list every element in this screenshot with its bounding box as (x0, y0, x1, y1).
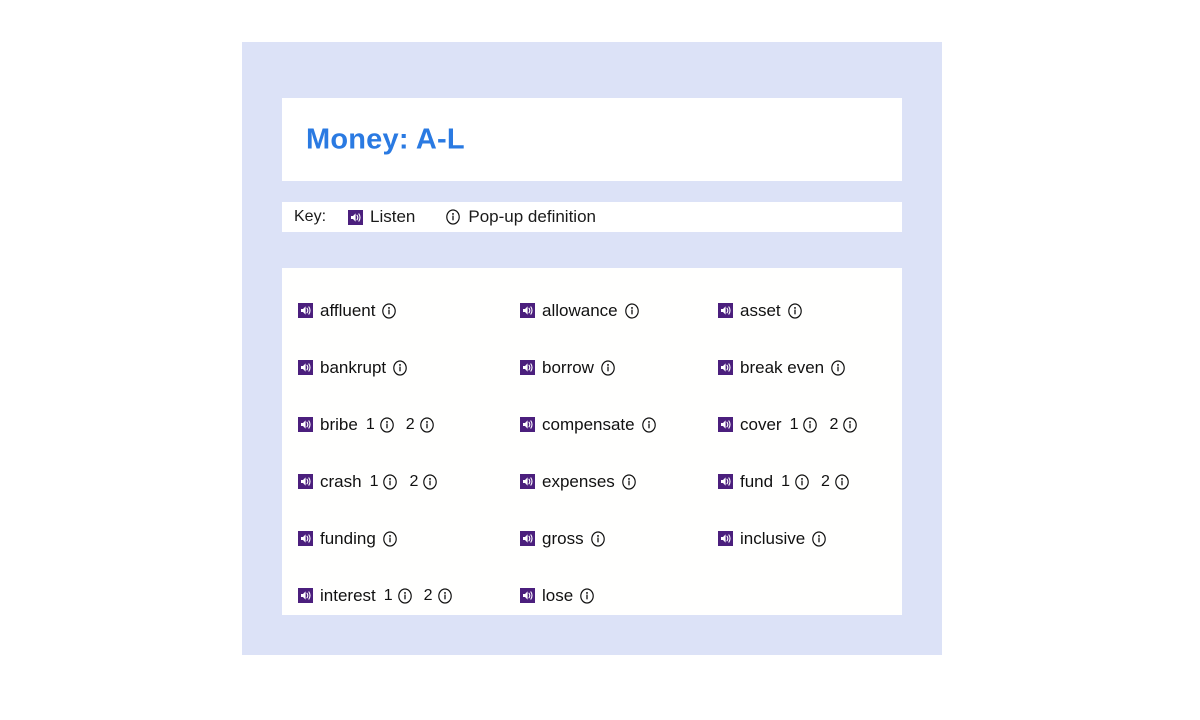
speaker-icon[interactable] (520, 303, 535, 318)
word-label: affluent (320, 301, 376, 320)
info-icon[interactable] (381, 302, 397, 319)
sense-number: 1 (383, 586, 393, 604)
word-entry: interest 1 2 (298, 587, 520, 604)
info-icon[interactable] (787, 302, 803, 319)
word-entry: break even (718, 359, 898, 376)
info-icon[interactable] (382, 530, 398, 547)
sense-number: 1 (365, 415, 375, 433)
speaker-icon[interactable] (298, 417, 313, 432)
page-root: Money: A-L Key: Listen Pop-up definition… (0, 0, 1200, 720)
info-icon[interactable] (590, 530, 606, 547)
word-entry: affluent (298, 302, 520, 319)
word-entry: gross (520, 530, 718, 547)
speaker-icon[interactable] (520, 588, 535, 603)
word-entry: compensate (520, 416, 718, 433)
speaker-icon[interactable] (520, 417, 535, 432)
word-label: compensate (542, 415, 635, 434)
word-entry: fund 1 2 (718, 473, 898, 490)
info-icon[interactable] (437, 587, 453, 604)
sense-number: 2 (423, 586, 433, 604)
word-label: asset (740, 301, 781, 320)
lavender-panel: Money: A-L Key: Listen Pop-up definition… (242, 42, 942, 655)
info-icon[interactable] (392, 359, 408, 376)
word-label: interest (320, 586, 376, 605)
sense-number: 1 (789, 415, 799, 433)
page-title: Money: A-L (306, 123, 465, 155)
info-icon[interactable] (382, 473, 398, 490)
word-list-card: affluent allowance asset bankrupt borrow brea… (282, 268, 902, 615)
sense-number: 2 (829, 415, 839, 433)
speaker-icon[interactable] (298, 474, 313, 489)
info-icon[interactable] (842, 416, 858, 433)
word-label: borrow (542, 358, 594, 377)
info-icon (445, 209, 461, 225)
speaker-icon[interactable] (718, 531, 733, 546)
speaker-icon[interactable] (718, 474, 733, 489)
word-label: bankrupt (320, 358, 387, 377)
info-icon[interactable] (600, 359, 616, 376)
info-icon[interactable] (397, 587, 413, 604)
speaker-icon[interactable] (298, 588, 313, 603)
sense-number: 2 (409, 472, 419, 490)
speaker-icon[interactable] (520, 474, 535, 489)
key-bar: Key: Listen Pop-up definition (282, 202, 902, 232)
key-item-listen: Listen (348, 207, 415, 227)
speaker-icon[interactable] (718, 417, 733, 432)
word-label: cover (740, 415, 782, 434)
sense-number: 1 (369, 472, 379, 490)
speaker-icon[interactable] (520, 360, 535, 375)
word-entry: crash 1 2 (298, 473, 520, 490)
key-item-listen-label: Listen (370, 207, 416, 226)
word-label: fund (740, 472, 774, 491)
info-icon[interactable] (641, 416, 657, 433)
word-label: inclusive (740, 529, 806, 548)
info-icon[interactable] (811, 530, 827, 547)
speaker-icon (348, 209, 364, 225)
info-icon[interactable] (422, 473, 438, 490)
word-entry: borrow (520, 359, 718, 376)
info-icon[interactable] (621, 473, 637, 490)
speaker-icon[interactable] (298, 360, 313, 375)
info-icon[interactable] (579, 587, 595, 604)
word-label: gross (542, 529, 584, 548)
word-label: expenses (542, 472, 615, 491)
info-icon[interactable] (379, 416, 395, 433)
sense-number: 1 (781, 472, 790, 490)
word-entry: asset (718, 302, 898, 319)
word-entry: expenses (520, 473, 718, 490)
info-icon[interactable] (624, 302, 640, 319)
speaker-icon[interactable] (298, 303, 313, 318)
word-label: funding (320, 529, 376, 548)
key-item-popup-label: Pop-up definition (468, 207, 596, 226)
sense-number: 2 (405, 415, 415, 433)
speaker-icon[interactable] (718, 360, 733, 375)
info-icon[interactable] (419, 416, 435, 433)
word-label: break even (740, 358, 825, 377)
info-icon[interactable] (834, 473, 850, 490)
word-grid: affluent allowance asset bankrupt borrow brea… (298, 282, 898, 624)
speaker-icon[interactable] (298, 531, 313, 546)
word-entry: funding (298, 530, 520, 547)
word-entry: cover 1 2 (718, 416, 898, 433)
word-label: allowance (542, 301, 618, 320)
word-entry: lose (520, 587, 718, 604)
info-icon[interactable] (802, 416, 818, 433)
word-label: lose (542, 586, 574, 605)
info-icon[interactable] (794, 473, 810, 490)
word-entry: inclusive (718, 530, 898, 547)
speaker-icon[interactable] (718, 303, 733, 318)
word-entry: bankrupt (298, 359, 520, 376)
word-label: bribe (320, 415, 358, 434)
info-icon[interactable] (830, 359, 846, 376)
key-label: Key: (294, 208, 327, 225)
title-card: Money: A-L (282, 98, 902, 181)
sense-number: 2 (821, 472, 830, 490)
speaker-icon[interactable] (520, 531, 535, 546)
word-entry: allowance (520, 302, 718, 319)
word-label: crash (320, 472, 362, 491)
key-item-popup: Pop-up definition (445, 207, 596, 227)
word-entry: bribe 1 2 (298, 416, 520, 433)
